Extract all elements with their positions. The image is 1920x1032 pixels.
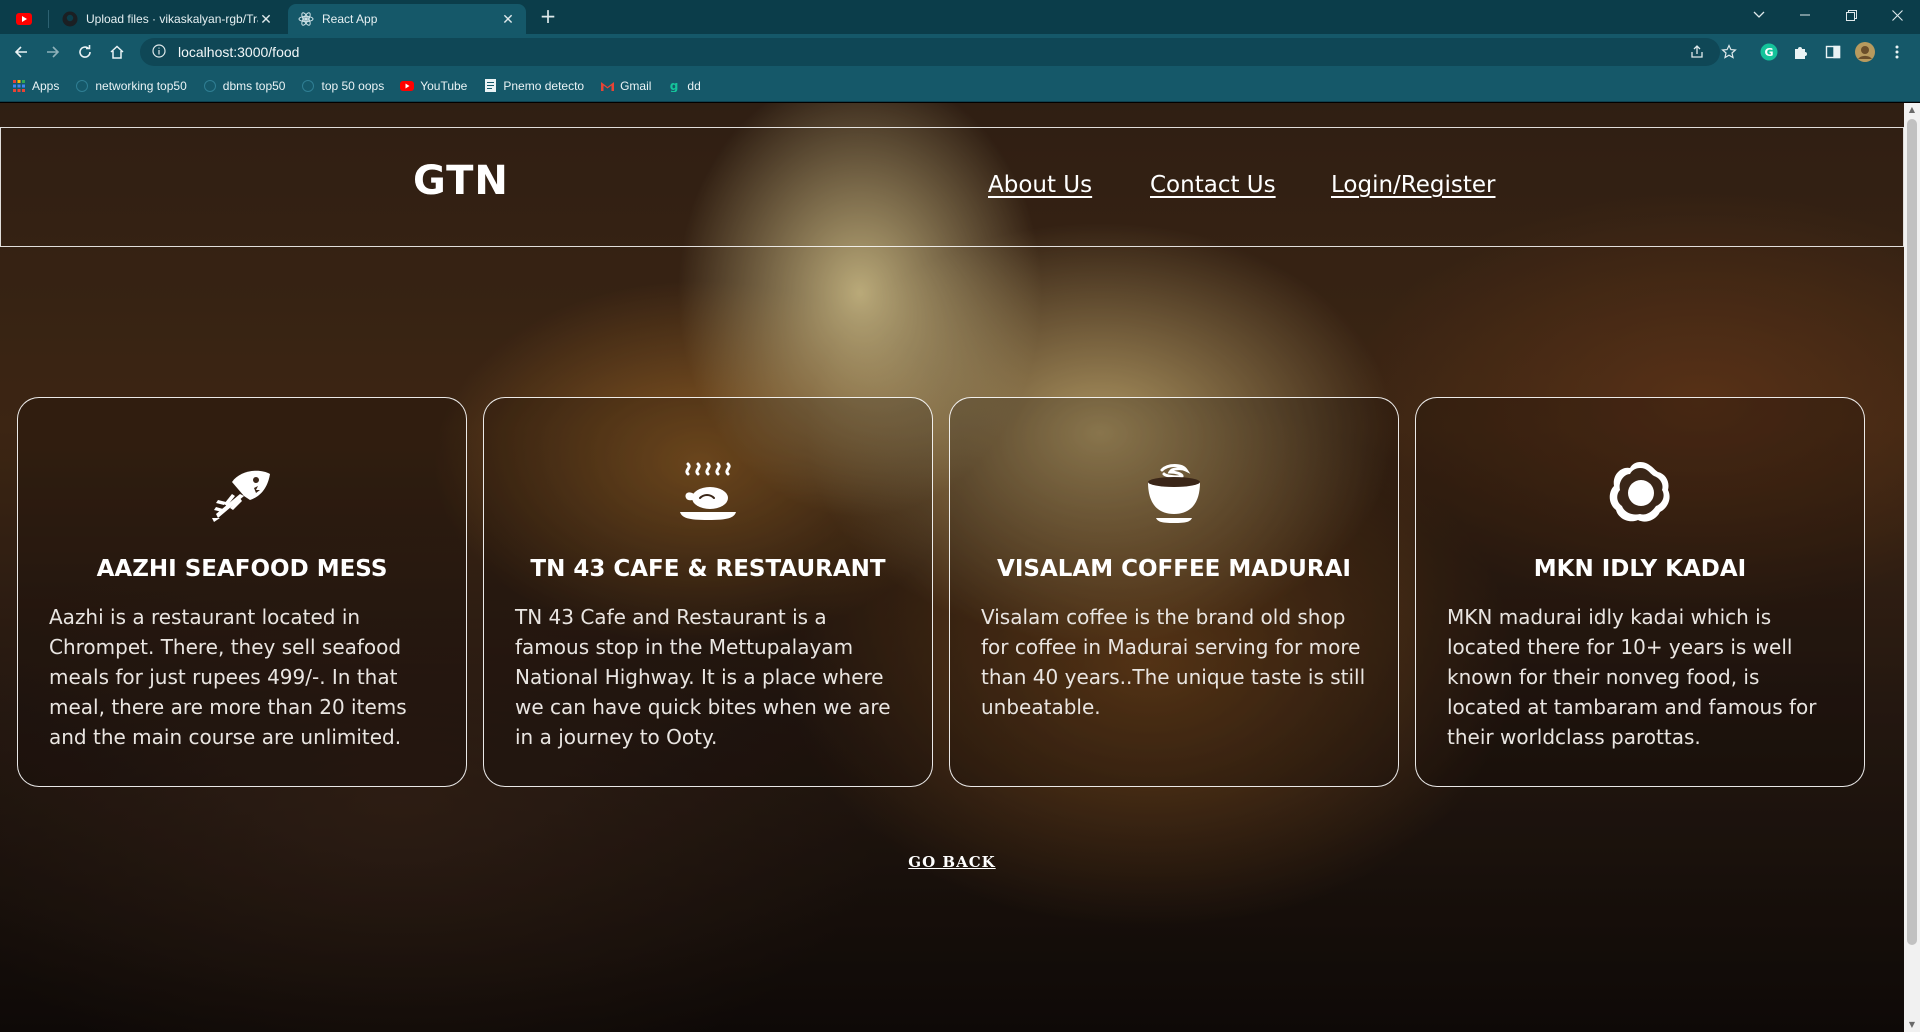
browser-menu-icon[interactable] [1886,41,1908,63]
bookmark-apps[interactable]: Apps [12,79,59,93]
bookmark-label: dbms top50 [222,78,286,93]
card-title: TN 43 CAFE & RESTAURANT [530,556,886,582]
tab-separator [48,10,49,28]
tab-title: React App [322,12,378,26]
bookmark-label: Gmail [620,78,652,93]
fried-egg-icon [1416,460,1864,524]
tab-youtube[interactable] [8,4,44,34]
profile-avatar[interactable] [1854,41,1876,63]
tab-title: Upload files · vikaskalyan-rgb/Tra [86,12,258,26]
nav-login-register[interactable]: Login/Register [1331,172,1496,198]
close-tab-icon[interactable]: ✕ [258,11,274,28]
home-icon[interactable] [106,41,128,63]
forward-arrow-icon[interactable] [42,41,64,63]
reload-icon[interactable] [74,41,96,63]
browser-toolbar: localhost:3000/food G [0,34,1920,70]
react-icon [298,11,314,27]
extensions-puzzle-icon[interactable] [1790,41,1812,63]
new-tab-button[interactable]: + [536,5,560,29]
bookmark-pnemo-detecto[interactable]: Pnemo detecto [483,79,584,93]
side-panel-icon[interactable] [1822,41,1844,63]
bookmark-label: YouTube [420,78,468,93]
restore-icon[interactable] [1828,0,1874,30]
youtube-icon [16,11,32,27]
card-title: VISALAM COFFEE MADURAI [997,556,1351,582]
fish-bone-icon [18,460,466,524]
nav-about-us[interactable]: About Us [988,172,1092,198]
bookmark-dd[interactable]: g dd [667,78,701,93]
bookmark-label: top 50 oops [321,78,385,93]
globe-icon [203,79,217,93]
bookmark-networking-top50[interactable]: networking top50 [75,78,187,93]
svg-text:g: g [670,79,679,92]
go-back-label[interactable]: GO BACK [908,853,995,871]
bookmark-top-50-oops[interactable]: top 50 oops [301,79,384,93]
tab-react-app[interactable]: React App ✕ [288,4,526,34]
site-logo[interactable]: GTN [413,158,509,204]
bookmark-gmail[interactable]: Gmail [600,79,651,93]
back-arrow-icon[interactable] [10,41,32,63]
card-description: Visalam coffee is the brand old shop for… [981,605,1366,719]
scrollbar-thumb[interactable] [1907,119,1917,945]
close-tab-icon[interactable]: ✕ [500,11,516,28]
svg-text:G: G [1764,46,1773,59]
tab-upload-files[interactable]: Upload files · vikaskalyan-rgb/Tra ✕ [52,4,284,34]
bookmark-label: dd [687,78,701,93]
github-icon [62,11,78,27]
window-close-icon[interactable] [1874,0,1920,30]
bookmark-youtube[interactable]: YouTube [400,79,467,93]
site-info-icon[interactable] [152,43,166,61]
share-icon[interactable] [1686,41,1708,63]
bookmark-label: Apps [32,78,60,93]
apps-grid-icon [12,79,26,93]
page-viewport: GTN About Us Contact Us Login/Register A… [0,103,1904,1032]
coffee-cup-icon [950,460,1398,524]
gmail-icon [600,79,614,93]
card-description: MKN madurai idly kadai which is located … [1447,605,1817,749]
restaurant-card-visalam[interactable]: VISALAM COFFEE MADURAI Visalam coffee is… [949,397,1399,787]
globe-icon [75,79,89,93]
restaurant-card-aazhi[interactable]: AAZHI SEAFOOD MESS Aazhi is a restaurant… [17,397,467,787]
scroll-down-arrow-icon[interactable]: ▼ [1904,1018,1920,1032]
restaurant-card-mkn[interactable]: MKN IDLY KADAI MKN madurai idly kadai wh… [1415,397,1865,787]
site-header: GTN About Us Contact Us Login/Register [0,127,1904,247]
grammarly-icon[interactable]: G [1758,41,1780,63]
bookmark-star-icon[interactable] [1718,41,1740,63]
page-scrollbar[interactable]: ▲ ▼ [1904,103,1920,1032]
scroll-up-arrow-icon[interactable]: ▲ [1904,103,1920,117]
roast-chicken-icon [484,460,932,524]
bookmark-label: Pnemo detecto [503,78,585,93]
card-title: MKN IDLY KADAI [1533,556,1747,582]
tab-search-icon[interactable] [1736,0,1782,30]
url-text: localhost:3000/food [178,44,300,60]
card-description: Aazhi is a restaurant located in Chrompe… [49,605,407,749]
minimize-icon[interactable] [1782,0,1828,30]
bookmark-dbms-top50[interactable]: dbms top50 [203,78,286,93]
restaurant-card-tn43[interactable]: TN 43 CAFE & RESTAURANT TN 43 Cafe and R… [483,397,933,787]
browser-tabstrip: Upload files · vikaskalyan-rgb/Tra ✕ Rea… [0,0,1920,34]
address-bar[interactable]: localhost:3000/food [140,38,1720,66]
bookmark-label: networking top50 [95,78,187,93]
nav-contact-us[interactable]: Contact Us [1150,172,1276,198]
document-icon [483,79,497,93]
globe-icon [301,79,315,93]
go-back-link[interactable]: GO BACK [0,853,1904,871]
card-description: TN 43 Cafe and Restaurant is a famous st… [515,605,891,749]
grammarly-icon: g [667,79,681,93]
bookmarks-bar: Apps networking top50 dbms top50 top 50 … [0,70,1920,102]
youtube-icon [400,79,415,93]
card-title: AAZHI SEAFOOD MESS [96,556,388,582]
